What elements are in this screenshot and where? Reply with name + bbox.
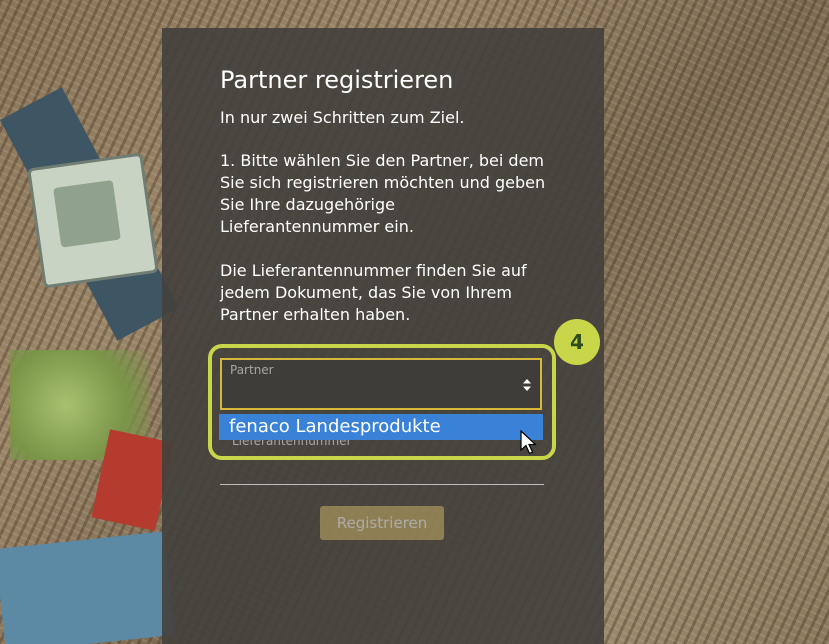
- mouse-pointer-icon: [520, 430, 538, 455]
- instruction-text-2: Die Lieferantennummer finden Sie auf jed…: [220, 261, 527, 324]
- subtitle: In nur zwei Schritten zum Ziel.: [220, 108, 465, 127]
- tractor-cab: [27, 152, 159, 289]
- machine-base: [0, 531, 175, 644]
- instruction-text-1: 1. Bitte wählen Sie den Partner, bei dem…: [220, 151, 546, 236]
- step-badge: 4: [554, 319, 600, 365]
- register-button[interactable]: Registrieren: [320, 506, 444, 540]
- page-title: Partner registrieren: [220, 66, 454, 94]
- step-highlight-frame: [208, 344, 556, 460]
